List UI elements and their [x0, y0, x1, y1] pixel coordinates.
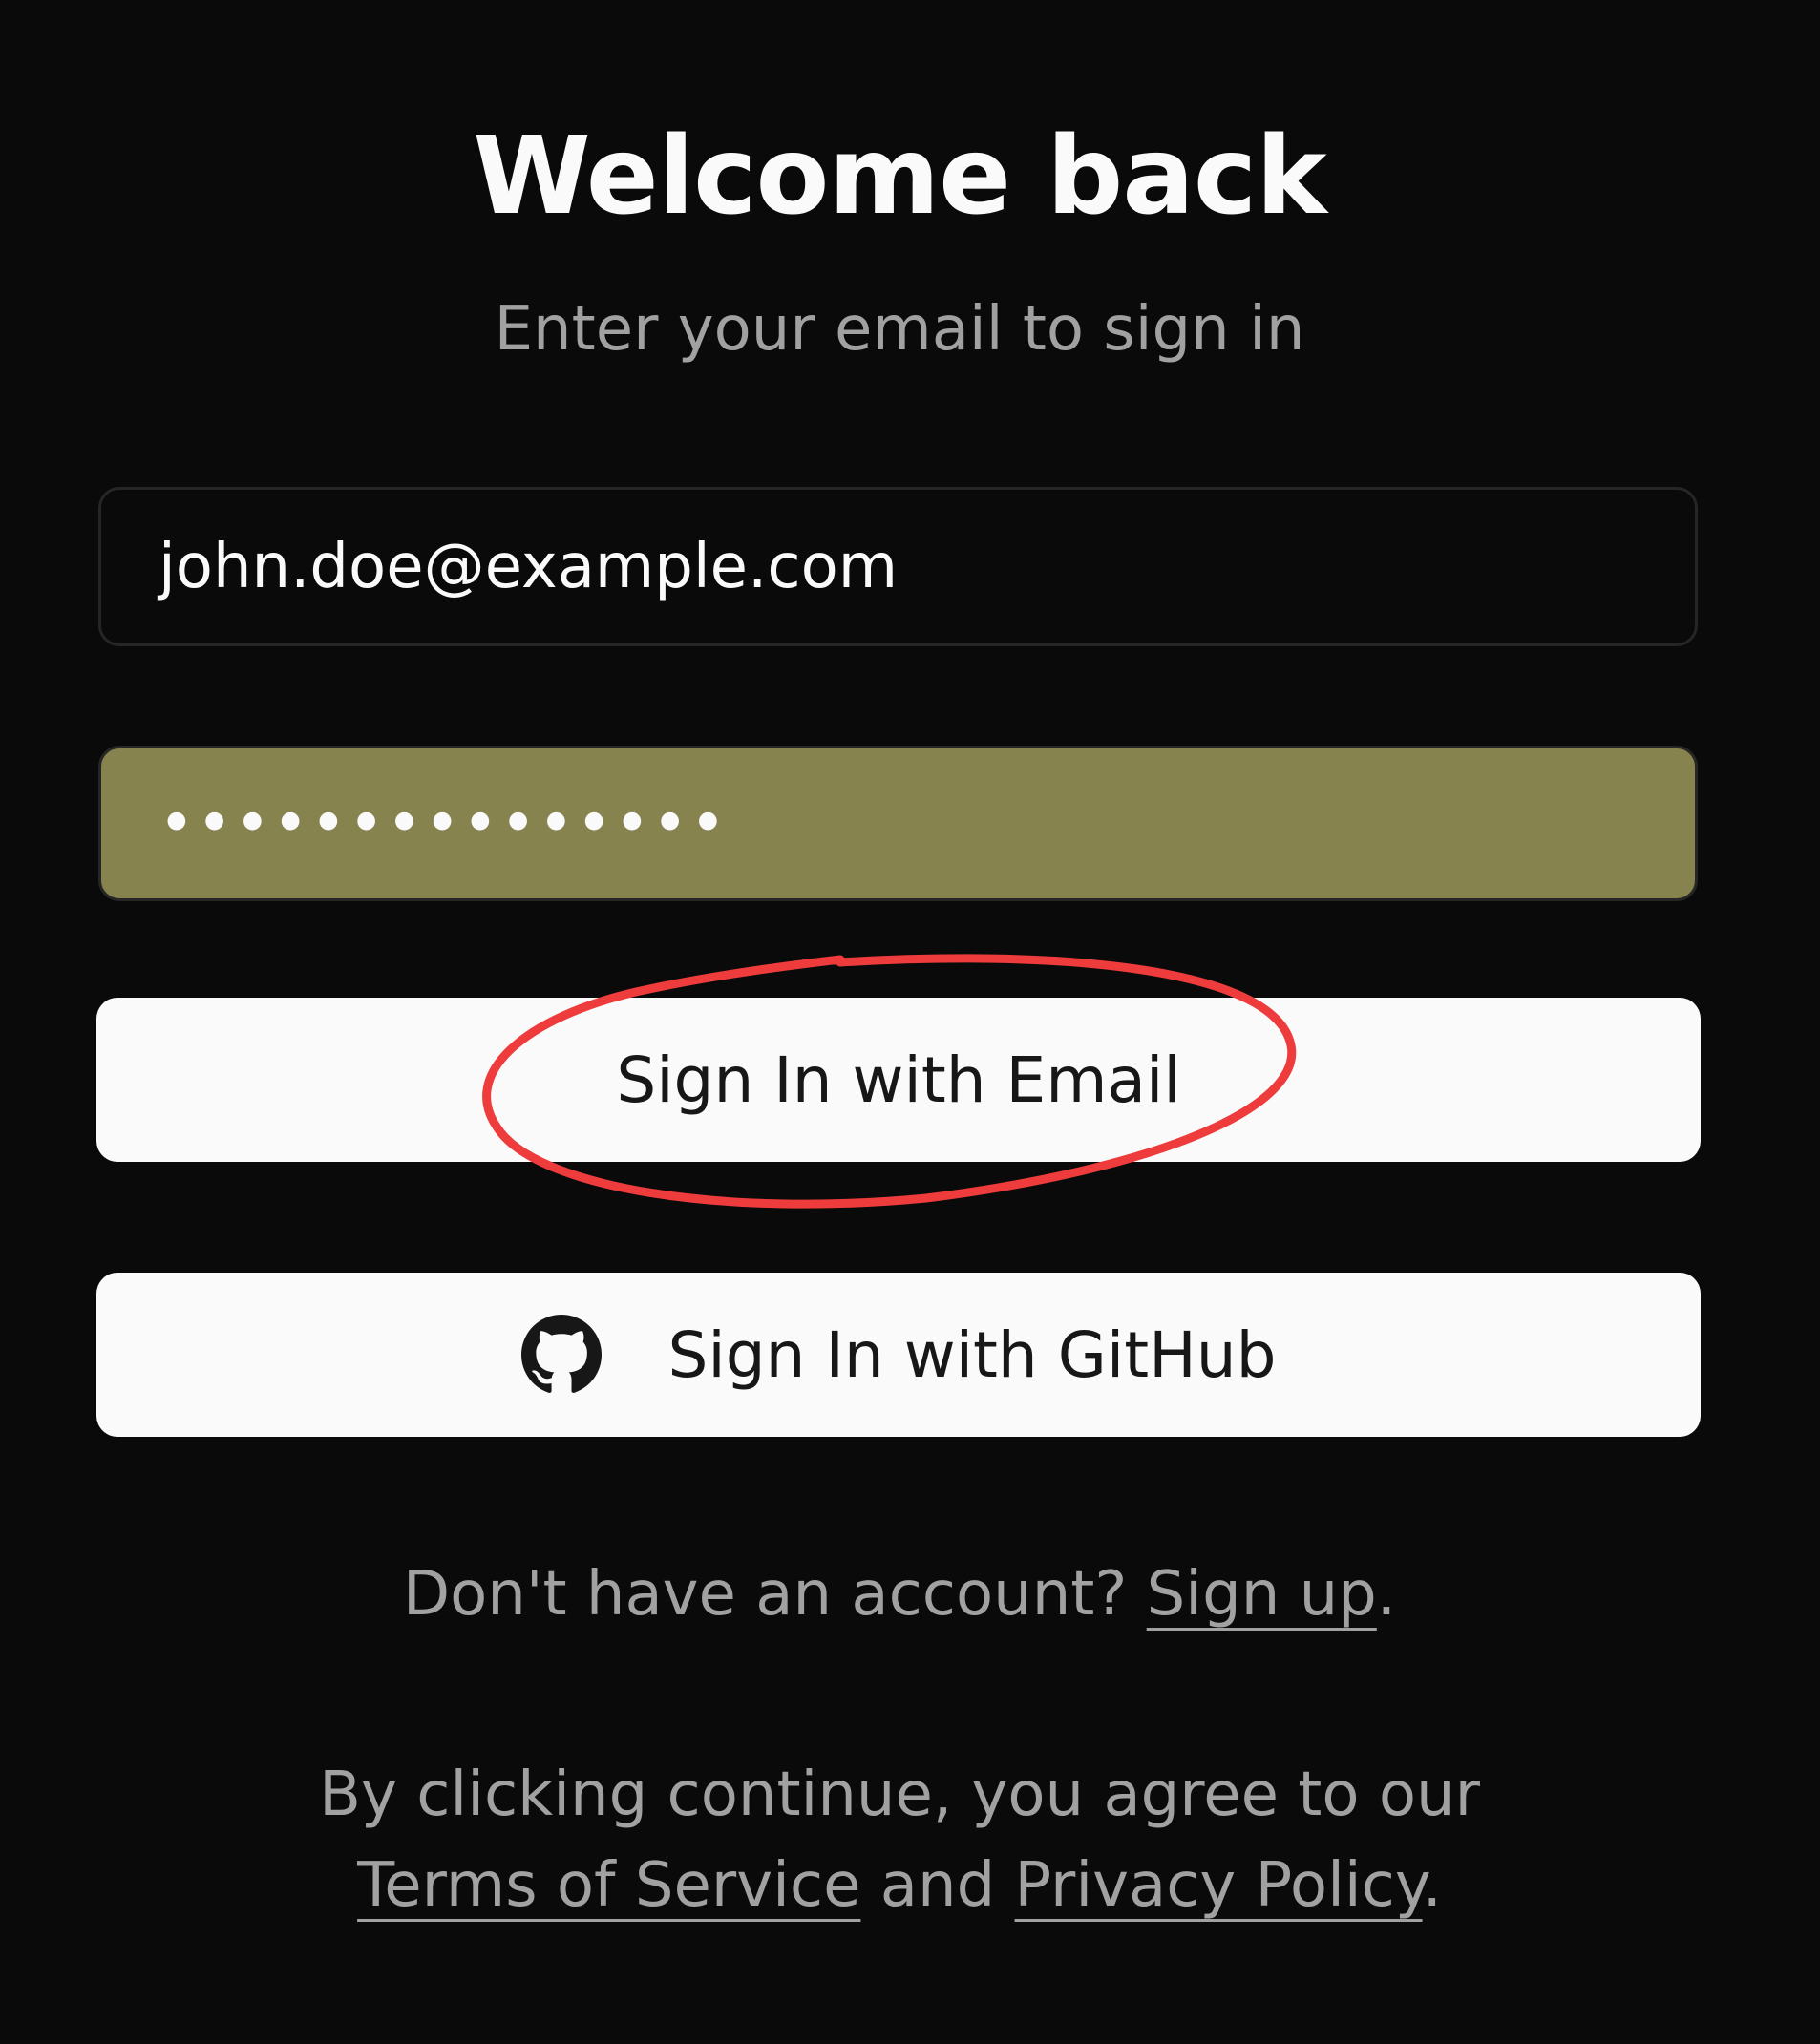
signup-prompt-text: Don't have an account? [402, 1559, 1147, 1630]
password-field[interactable]: ••••••••••••••• [98, 746, 1698, 901]
sign-in-github-label: Sign In with GitHub [667, 1317, 1277, 1392]
login-page: Welcome back Enter your email to sign in… [0, 0, 1820, 2044]
privacy-policy-link[interactable]: Privacy Policy [1015, 1850, 1423, 1921]
password-field-value: ••••••••••••••• [159, 788, 729, 859]
signup-prompt: Don't have an account? Sign up. [0, 1551, 1799, 1637]
sign-in-email-label: Sign In with Email [616, 1043, 1181, 1117]
sign-in-email-button[interactable]: Sign In with Email [96, 998, 1701, 1162]
terms-notice: By clicking continue, you agree to our [319, 1760, 1480, 1830]
page-title: Welcome back [473, 115, 1327, 239]
github-icon [520, 1315, 602, 1395]
email-field-value: john.doe@example.com [159, 531, 899, 602]
signup-link[interactable]: Sign up [1147, 1559, 1377, 1630]
email-field[interactable]: john.doe@example.com [98, 487, 1698, 646]
sign-in-github-button[interactable]: Sign In with GitHub [96, 1273, 1701, 1437]
page-subtitle: Enter your email to sign in [494, 294, 1305, 365]
terms-of-service-link[interactable]: Terms of Service [357, 1850, 860, 1921]
signup-suffix: . [1376, 1559, 1397, 1630]
terms-suffix: . [1422, 1850, 1442, 1921]
terms-links-line: Terms of Service and Privacy Policy. [0, 1843, 1799, 1928]
terms-and-text: and [860, 1850, 1015, 1921]
